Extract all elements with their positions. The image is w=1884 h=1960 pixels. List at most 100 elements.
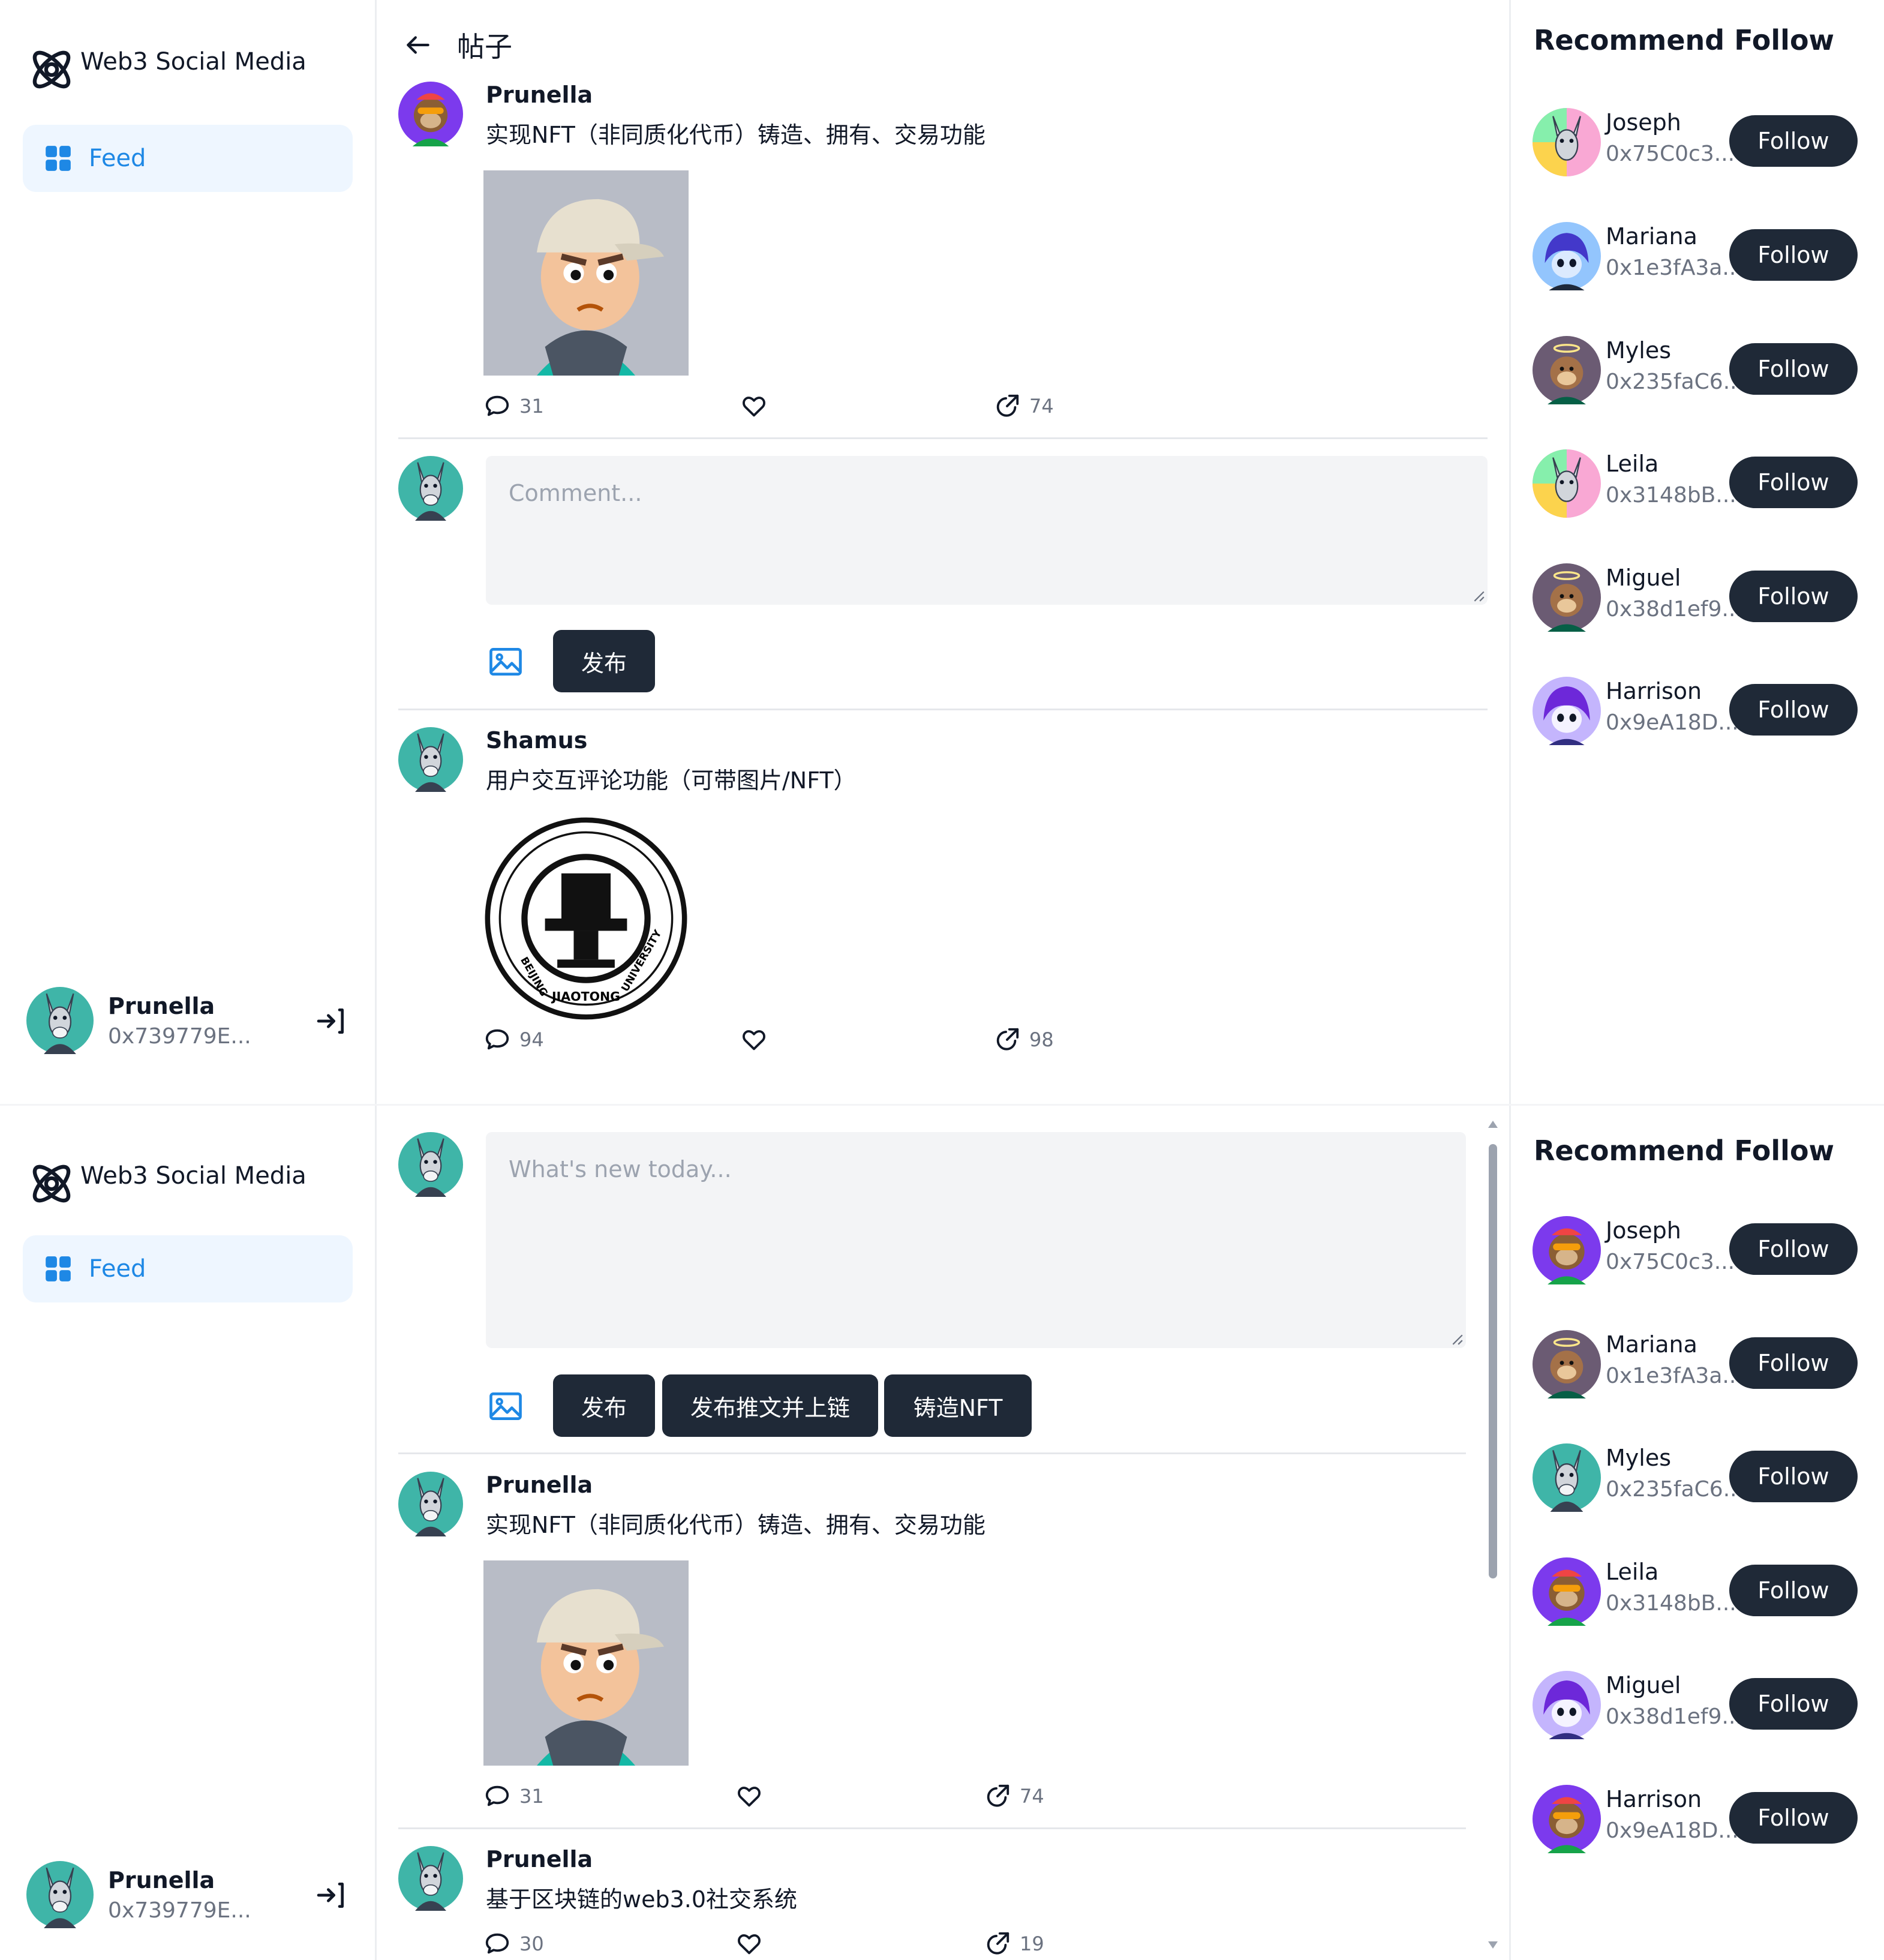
avatar[interactable] — [1533, 449, 1601, 518]
suggestion-address: 0x3148bB... — [1606, 483, 1736, 508]
post-detail-view: Web3 Social Media Feed Prunella 0x739779… — [0, 0, 1884, 1104]
avatar[interactable] — [1533, 336, 1601, 404]
post-author[interactable]: Prunella — [486, 82, 593, 108]
avatar[interactable] — [1533, 1785, 1601, 1853]
follow-button[interactable]: Follow — [1729, 571, 1858, 622]
avatar[interactable] — [1533, 1557, 1601, 1626]
avatar[interactable] — [398, 82, 463, 146]
publish-button[interactable]: 发布 — [553, 1374, 655, 1437]
post-actions: 31 74 — [483, 1782, 1083, 1812]
post-author[interactable]: Prunella — [486, 1472, 593, 1498]
follow-button[interactable]: Follow — [1729, 1337, 1858, 1389]
suggestion-name[interactable]: Joseph — [1606, 109, 1681, 136]
post-image[interactable] — [483, 1560, 689, 1766]
avatar[interactable] — [398, 1846, 463, 1911]
avatar[interactable] — [1533, 563, 1601, 632]
comment-action[interactable]: 31 — [483, 392, 544, 420]
post-actions: 31 74 — [483, 392, 1083, 422]
suggestion-name[interactable]: Miguel — [1606, 565, 1681, 591]
post-author[interactable]: Prunella — [486, 1846, 593, 1872]
back-arrow-icon[interactable] — [403, 30, 433, 60]
sidebar-item-feed[interactable]: Feed — [23, 125, 353, 192]
image-icon[interactable] — [487, 643, 524, 680]
follow-button[interactable]: Follow — [1729, 684, 1858, 736]
avatar[interactable] — [398, 1472, 463, 1536]
suggestion-name[interactable]: Mariana — [1606, 1331, 1697, 1358]
suggestion-name[interactable]: Leila — [1606, 1559, 1658, 1585]
suggestion-name[interactable]: Harrison — [1606, 678, 1702, 704]
brand[interactable]: Web3 Social Media — [26, 44, 307, 95]
scrollbar-thumb[interactable] — [1489, 1144, 1497, 1578]
share-action[interactable]: 74 — [993, 392, 1054, 420]
image-icon[interactable] — [487, 1388, 524, 1425]
avatar[interactable] — [26, 1861, 94, 1928]
post-content: 基于区块链的web3.0社交系统 — [486, 1886, 798, 1913]
suggestion-name[interactable]: Myles — [1606, 337, 1671, 364]
post-author[interactable]: Shamus — [486, 727, 587, 754]
scrollbar[interactable] — [1484, 1106, 1502, 1960]
suggestion-name[interactable]: Leila — [1606, 451, 1658, 477]
comment-input[interactable] — [486, 456, 1488, 605]
share-action[interactable]: 74 — [984, 1782, 1044, 1810]
share-action[interactable]: 98 — [993, 1026, 1054, 1053]
follow-button[interactable]: Follow — [1729, 229, 1858, 281]
share-count: 98 — [1029, 1028, 1054, 1051]
resize-grip-icon[interactable] — [1450, 1332, 1464, 1346]
suggestion-name[interactable]: Joseph — [1606, 1217, 1681, 1244]
suggestion-name[interactable]: Harrison — [1606, 1786, 1702, 1812]
follow-button[interactable]: Follow — [1729, 1678, 1858, 1730]
share-action[interactable]: 19 — [984, 1930, 1044, 1958]
avatar[interactable] — [1533, 677, 1601, 745]
avatar[interactable] — [1533, 1671, 1601, 1739]
follow-button[interactable]: Follow — [1729, 1223, 1858, 1275]
current-user: Prunella 0x739779E... — [26, 1862, 356, 1928]
avatar[interactable] — [1533, 108, 1601, 176]
suggestion-address: 0x235faC6... — [1606, 370, 1744, 394]
follow-button[interactable]: Follow — [1729, 1792, 1858, 1844]
comment-action[interactable]: 94 — [483, 1026, 544, 1053]
avatar[interactable] — [1533, 222, 1601, 290]
current-user-name: Prunella — [108, 992, 215, 1019]
comment-action[interactable]: 31 — [483, 1782, 544, 1810]
follow-button[interactable]: Follow — [1729, 457, 1858, 508]
comment-icon — [483, 1930, 511, 1958]
recommend-rail: Recommend Follow Joseph 0x75C0c3... Foll… — [1509, 0, 1884, 1104]
mint-nft-button[interactable]: 铸造NFT — [884, 1374, 1032, 1437]
suggestion-name[interactable]: Mariana — [1606, 223, 1697, 250]
scroll-up-icon[interactable] — [1487, 1119, 1499, 1130]
brand[interactable]: Web3 Social Media — [26, 1158, 307, 1209]
follow-button[interactable]: Follow — [1729, 115, 1858, 167]
scroll-down-icon[interactable] — [1487, 1940, 1499, 1950]
avatar[interactable] — [26, 987, 94, 1054]
share-icon — [984, 1782, 1011, 1810]
share-icon — [993, 1026, 1021, 1053]
suggestion-name[interactable]: Myles — [1606, 1445, 1671, 1471]
avatar[interactable] — [1533, 1216, 1601, 1284]
university-seal-image[interactable]: JIAOTONG BEIJING UNIVERSITY — [483, 816, 689, 1021]
comment-icon — [483, 1026, 511, 1053]
logout-icon[interactable] — [314, 1004, 348, 1038]
comment-submit-button[interactable]: 发布 — [553, 630, 655, 692]
suggestion-name[interactable]: Miguel — [1606, 1672, 1681, 1698]
follow-button[interactable]: Follow — [1729, 1451, 1858, 1502]
post-input[interactable] — [486, 1132, 1466, 1348]
like-action[interactable] — [740, 392, 768, 420]
suggestion-address: 0x75C0c3... — [1606, 1250, 1735, 1274]
avatar[interactable] — [1533, 1330, 1601, 1398]
divider — [398, 1827, 1466, 1829]
follow-button[interactable]: Follow — [1729, 1565, 1858, 1616]
like-action[interactable] — [735, 1930, 763, 1958]
logout-icon[interactable] — [314, 1878, 348, 1912]
like-action[interactable] — [740, 1026, 768, 1053]
comment-action[interactable]: 30 — [483, 1930, 544, 1958]
follow-button[interactable]: Follow — [1729, 343, 1858, 395]
post-image[interactable] — [483, 170, 689, 376]
resize-grip-icon[interactable] — [1472, 589, 1485, 602]
publish-onchain-button[interactable]: 发布推文并上链 — [662, 1374, 878, 1437]
avatar[interactable] — [1533, 1443, 1601, 1512]
heart-icon — [740, 1026, 768, 1053]
recommend-heading: Recommend Follow — [1534, 1134, 1835, 1167]
avatar[interactable] — [398, 727, 463, 792]
like-action[interactable] — [735, 1782, 763, 1810]
sidebar-item-feed[interactable]: Feed — [23, 1235, 353, 1302]
